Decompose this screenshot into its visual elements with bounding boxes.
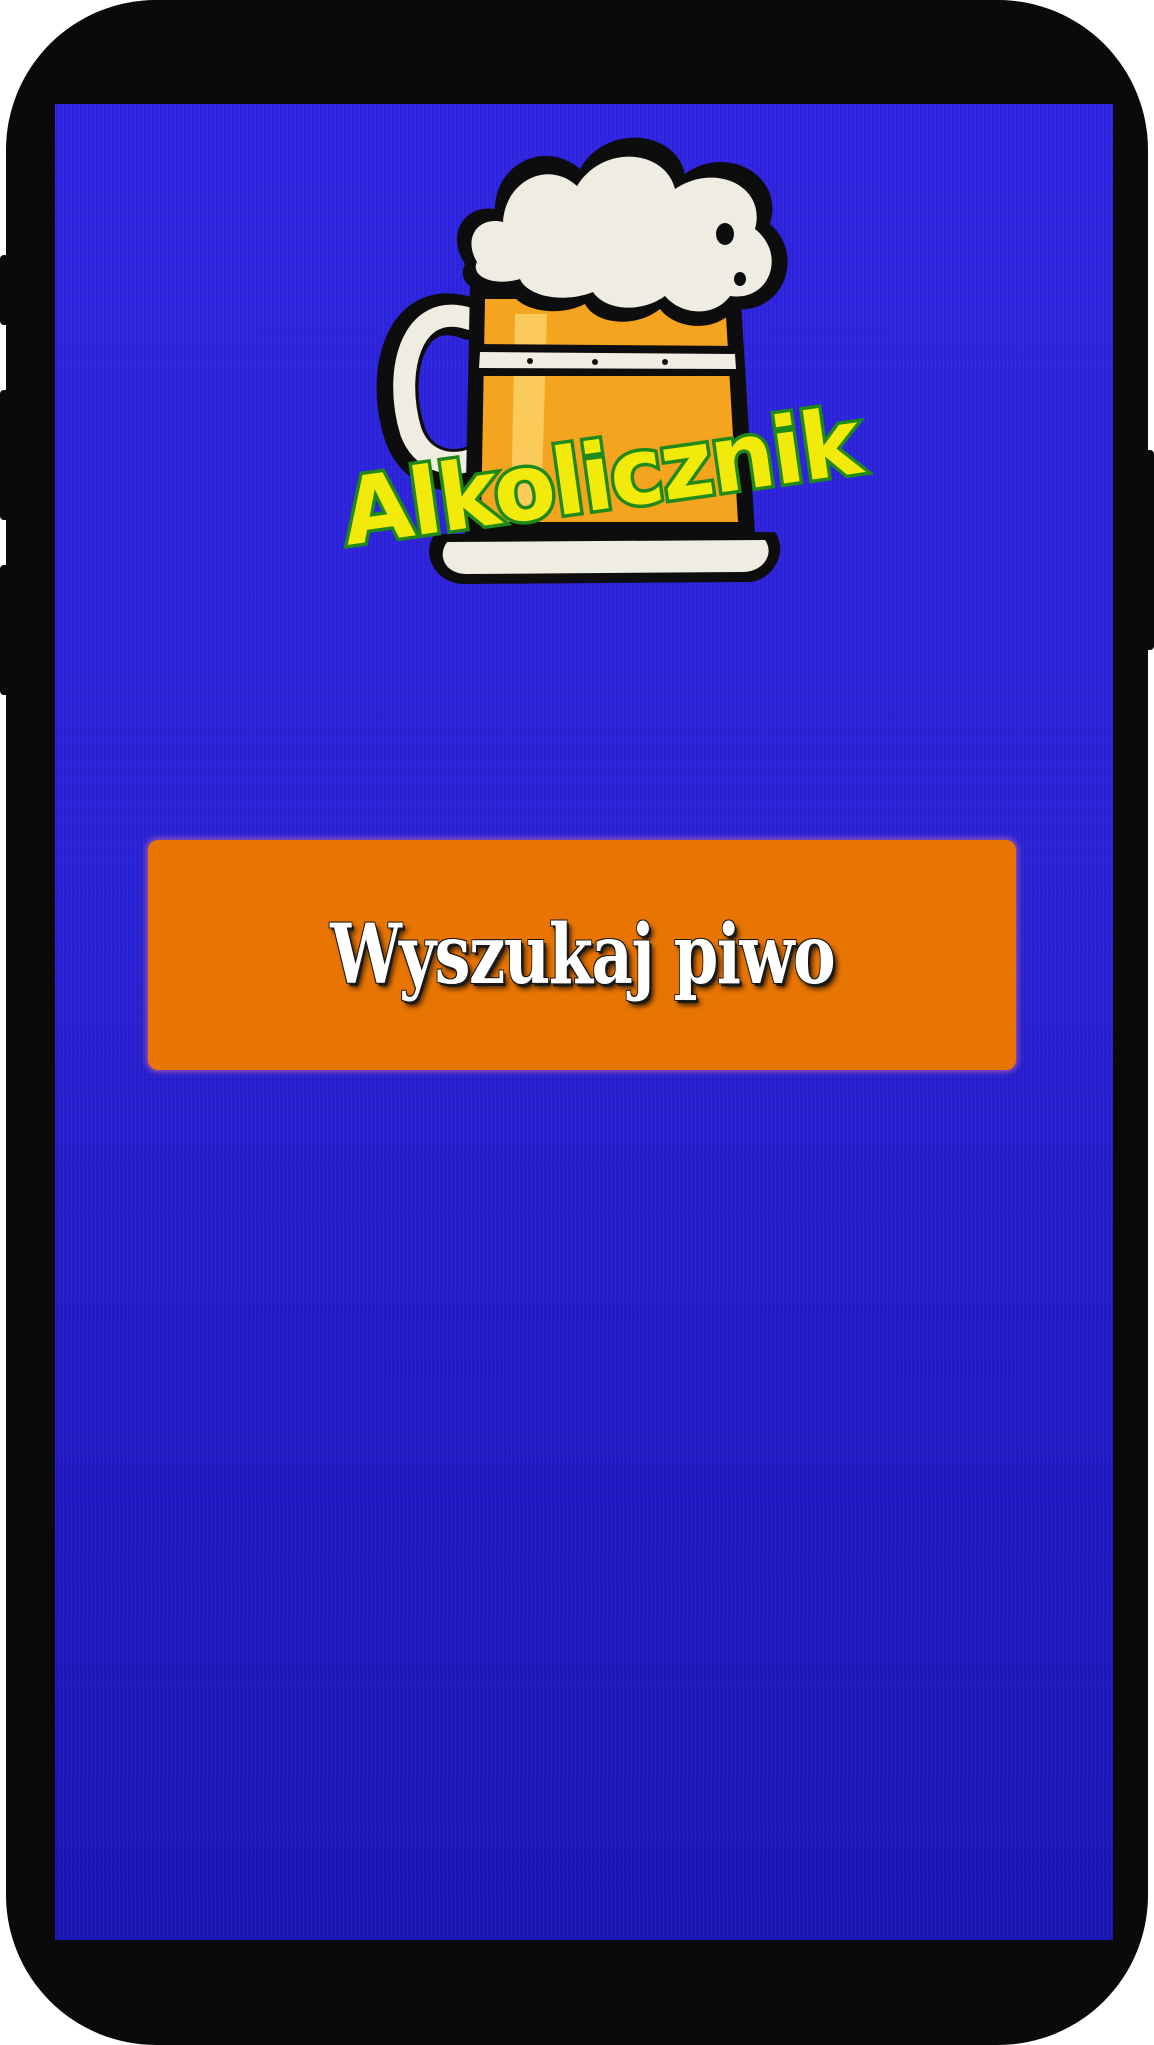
beer-mug-icon: Alkolicznik (332, 137, 873, 584)
phone-side-button (0, 565, 10, 695)
app-screen: Alkolicznik Wyszukaj piwo (55, 104, 1113, 1940)
phone-side-button (0, 390, 10, 520)
phone-side-button (1142, 450, 1154, 650)
search-beer-button-label: Wyszukaj piwo (329, 907, 836, 1003)
phone-side-button (0, 255, 10, 325)
search-beer-button[interactable]: Wyszukaj piwo (148, 840, 1016, 1070)
phone-frame: Alkolicznik Wyszukaj piwo (0, 0, 1154, 2045)
app-logo: Alkolicznik (315, 114, 885, 594)
